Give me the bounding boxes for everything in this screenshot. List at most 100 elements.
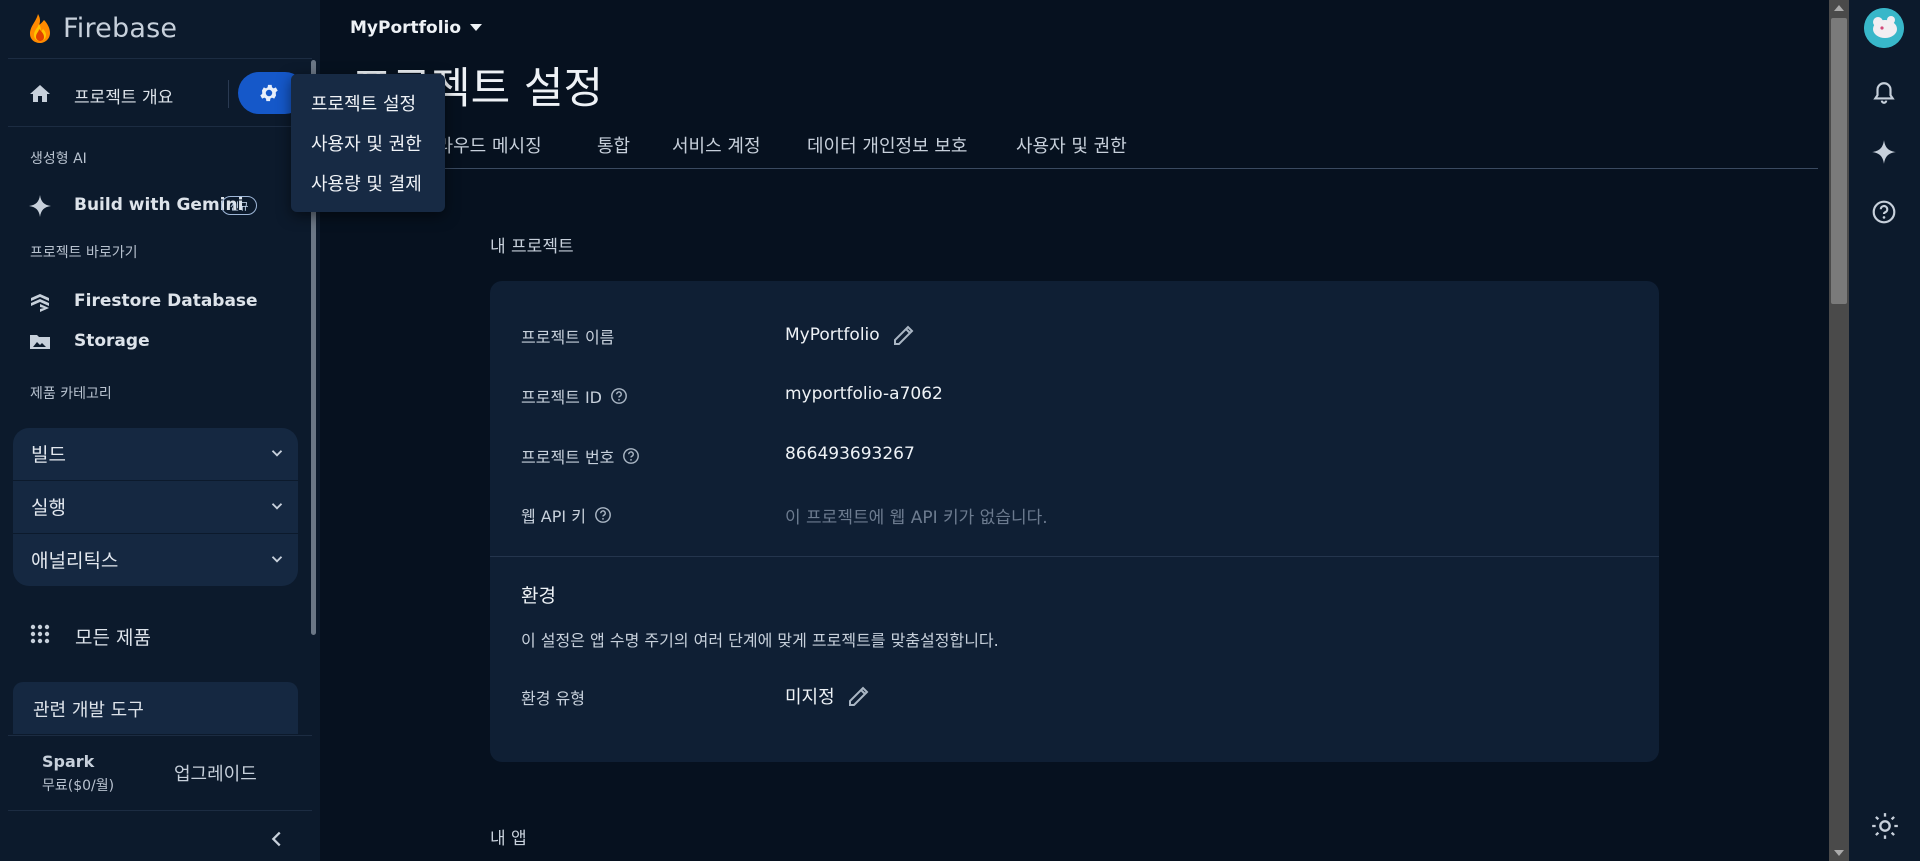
- project-id-value: myportfolio-a7062: [785, 384, 943, 404]
- sparkle-icon: [1872, 140, 1896, 164]
- scroll-up-arrow[interactable]: [1834, 5, 1844, 11]
- field-label: 환경 유형: [521, 689, 585, 708]
- help-icon[interactable]: [594, 506, 612, 524]
- field-value: MyPortfolio: [785, 325, 880, 345]
- avatar[interactable]: [1864, 8, 1904, 48]
- collapse-sidebar-button[interactable]: [266, 828, 288, 854]
- sidebar-item-storage[interactable]: Storage: [0, 321, 310, 361]
- plan-price: 무료($0/월): [42, 778, 115, 794]
- project-number-label: 프로젝트 번호: [521, 444, 640, 468]
- dev-tools-label: 관련 개발 도구: [33, 700, 144, 721]
- menu-item-usage-billing[interactable]: 사용량 및 결제: [311, 170, 422, 196]
- sidebar-item-label: 프로젝트 개요: [74, 88, 174, 108]
- chevron-down-icon: [268, 497, 286, 519]
- field-label: 프로젝트 이름: [521, 328, 615, 347]
- help-icon: [1872, 200, 1896, 224]
- project-switcher[interactable]: MyPortfolio: [350, 18, 483, 38]
- pencil-icon: [893, 325, 914, 345]
- menu-item-users-permissions[interactable]: 사용자 및 권한: [311, 130, 422, 156]
- category-build[interactable]: 빌드: [13, 428, 298, 480]
- category-label: 실행: [31, 497, 66, 519]
- category-accordion: 빌드 실행 애널리틱스: [13, 428, 298, 586]
- web-api-key-value: 이 프로젝트에 웹 API 키가 없습니다.: [785, 508, 1048, 528]
- settings-dropdown-menu: 프로젝트 설정 사용자 및 권한 사용량 및 결제: [291, 74, 445, 212]
- chevron-down-icon: [268, 444, 286, 466]
- category-label: 애널리틱스: [31, 550, 119, 572]
- divider: [8, 735, 312, 736]
- tab-users-permissions[interactable]: 사용자 및 권한: [1016, 132, 1127, 158]
- divider: [8, 58, 312, 59]
- menu-item-project-settings[interactable]: 프로젝트 설정: [311, 90, 416, 116]
- new-badge: 신규: [221, 196, 258, 215]
- brand[interactable]: Firebase: [27, 9, 177, 47]
- sidebar: Firebase 프로젝트 개요 생성형 AI Build with Gemin…: [0, 0, 320, 861]
- help-button[interactable]: [1871, 199, 1897, 229]
- divider: [228, 80, 229, 108]
- tab-service-accounts[interactable]: 서비스 계정: [672, 132, 761, 158]
- help-icon[interactable]: [622, 447, 640, 465]
- sidebar-item-build-with-gemini[interactable]: Build with Gemini 신규: [0, 185, 310, 225]
- sparkle-icon: [28, 194, 52, 222]
- project-number-value: 866493693267: [785, 444, 915, 464]
- tabs-divider: [348, 168, 1818, 169]
- section-my-project-heading: 내 프로젝트: [490, 237, 574, 257]
- pencil-icon: [848, 686, 869, 706]
- field-label: 웹 API 키: [521, 507, 586, 526]
- field-label: 프로젝트 ID: [521, 388, 603, 407]
- folder-image-icon: [28, 330, 52, 358]
- main-scrollbar-thumb[interactable]: [1831, 18, 1847, 304]
- environment-heading: 환경: [521, 585, 556, 607]
- section-shortcuts-heading: 프로젝트 바로가기: [30, 245, 138, 261]
- edit-environment-button[interactable]: [847, 684, 871, 708]
- divider: [490, 556, 1659, 557]
- sidebar-item-all-products[interactable]: 모든 제품: [0, 612, 310, 656]
- caret-down-icon: [470, 24, 483, 31]
- field-label: 프로젝트 번호: [521, 448, 615, 467]
- sun-icon: [1872, 813, 1898, 839]
- brand-name: Firebase: [63, 12, 178, 44]
- tab-integrations[interactable]: 통합: [597, 132, 630, 158]
- bell-icon: [1873, 82, 1895, 104]
- home-icon: [28, 82, 52, 110]
- section-my-apps-heading: 내 앱: [490, 829, 527, 849]
- edit-project-name-button[interactable]: [892, 323, 916, 347]
- section-categories-heading: 제품 카테고리: [30, 386, 112, 402]
- environment-type-label: 환경 유형: [521, 685, 585, 709]
- related-dev-tools[interactable]: 관련 개발 도구: [13, 682, 298, 734]
- gemini-button[interactable]: [1871, 139, 1897, 169]
- project-card: 프로젝트 이름 MyPortfolio 프로젝트 ID myportfolio-…: [490, 281, 1659, 762]
- project-name: MyPortfolio: [350, 18, 462, 38]
- firebase-flame-icon: [30, 14, 50, 43]
- project-name-value: MyPortfolio: [785, 323, 916, 347]
- tab-data-privacy[interactable]: 데이터 개인정보 보호: [807, 132, 967, 158]
- theme-toggle-button[interactable]: [1871, 812, 1899, 844]
- chevron-down-icon: [268, 550, 286, 572]
- divider: [8, 810, 312, 811]
- plan-name: Spark: [42, 752, 95, 771]
- field-value: 미지정: [785, 687, 835, 708]
- project-name-label: 프로젝트 이름: [521, 324, 614, 348]
- notifications-button[interactable]: [1871, 80, 1897, 110]
- chevron-left-icon: [271, 831, 281, 847]
- divider: [8, 126, 312, 127]
- category-label: 빌드: [31, 444, 66, 466]
- project-id-label: 프로젝트 ID: [521, 384, 628, 408]
- firestore-icon: [28, 290, 52, 318]
- sidebar-item-label: Build with Gemini: [74, 195, 244, 215]
- gear-icon: [260, 84, 278, 102]
- upgrade-button[interactable]: 업그레이드: [174, 760, 257, 786]
- help-icon[interactable]: [610, 387, 628, 405]
- environment-description: 이 설정은 앱 수명 주기의 여러 단계에 맞게 프로젝트를 맞춤설정합니다.: [521, 631, 999, 650]
- apps-grid-icon: [30, 624, 50, 648]
- right-rail: [1849, 0, 1920, 861]
- sidebar-item-label: Storage: [74, 331, 150, 351]
- scroll-down-arrow[interactable]: [1834, 850, 1844, 856]
- sidebar-item-label: 모든 제품: [75, 627, 151, 649]
- sidebar-item-label: Firestore Database: [74, 291, 258, 311]
- main-content: MyPortfolio 프로젝트 설정 클라우드 메시징 통합 서비스 계정 데…: [320, 0, 1829, 861]
- sidebar-item-firestore[interactable]: Firestore Database: [0, 281, 310, 321]
- category-run[interactable]: 실행: [13, 481, 298, 533]
- web-api-key-label: 웹 API 키: [521, 503, 612, 527]
- category-analytics[interactable]: 애널리틱스: [13, 534, 298, 586]
- environment-type-value: 미지정: [785, 683, 871, 709]
